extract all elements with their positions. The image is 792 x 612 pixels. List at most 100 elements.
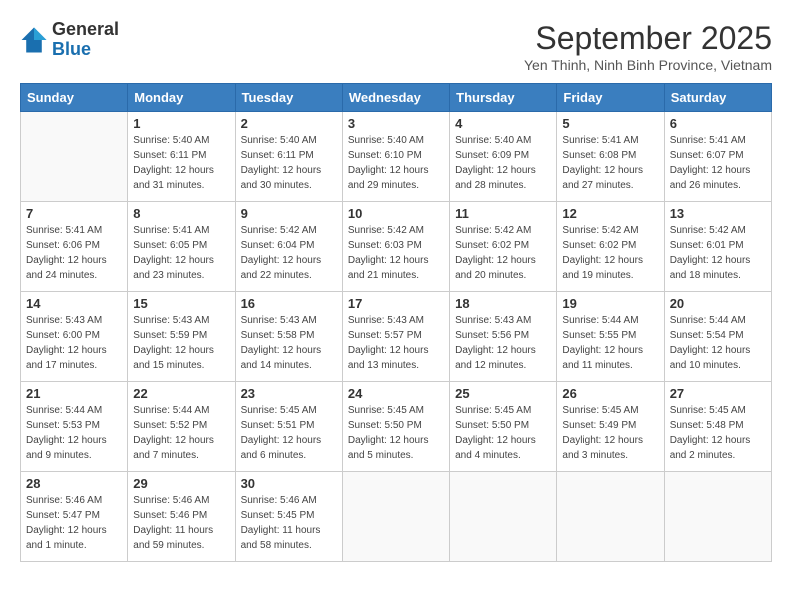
calendar-cell: 7 Sunrise: 5:41 AM Sunset: 6:06 PM Daylig… <box>21 202 128 292</box>
day-info: Sunrise: 5:43 AM Sunset: 6:00 PM Dayligh… <box>26 313 122 373</box>
day-info: Sunrise: 5:46 AM Sunset: 5:46 PM Dayligh… <box>133 493 229 553</box>
day-number: 7 <box>26 206 122 221</box>
calendar-cell: 22 Sunrise: 5:44 AM Sunset: 5:52 PM Dayli… <box>128 382 235 472</box>
day-info: Sunrise: 5:43 AM Sunset: 5:58 PM Dayligh… <box>241 313 337 373</box>
calendar-cell: 19 Sunrise: 5:44 AM Sunset: 5:55 PM Dayli… <box>557 292 664 382</box>
day-info: Sunrise: 5:44 AM Sunset: 5:53 PM Dayligh… <box>26 403 122 463</box>
logo-blue-text: Blue <box>52 40 119 60</box>
day-info: Sunrise: 5:42 AM Sunset: 6:01 PM Dayligh… <box>670 223 766 283</box>
day-number: 14 <box>26 296 122 311</box>
logo-icon <box>20 26 48 54</box>
weekday-header-friday: Friday <box>557 84 664 112</box>
weekday-header-row: SundayMondayTuesdayWednesdayThursdayFrid… <box>21 84 772 112</box>
day-info: Sunrise: 5:42 AM Sunset: 6:02 PM Dayligh… <box>562 223 658 283</box>
calendar-cell: 11 Sunrise: 5:42 AM Sunset: 6:02 PM Dayli… <box>450 202 557 292</box>
day-info: Sunrise: 5:45 AM Sunset: 5:48 PM Dayligh… <box>670 403 766 463</box>
calendar-cell: 1Sunrise: 5:40 AM Sunset: 6:11 PM Daylig… <box>128 112 235 202</box>
calendar-cell: 14 Sunrise: 5:43 AM Sunset: 6:00 PM Dayli… <box>21 292 128 382</box>
day-number: 8 <box>133 206 229 221</box>
day-info: Sunrise: 5:44 AM Sunset: 5:55 PM Dayligh… <box>562 313 658 373</box>
day-number: 19 <box>562 296 658 311</box>
day-number: 10 <box>348 206 444 221</box>
calendar-cell: 10 Sunrise: 5:42 AM Sunset: 6:03 PM Dayli… <box>342 202 449 292</box>
calendar-cell: 26Sunrise: 5:45 AM Sunset: 5:49 PM Dayli… <box>557 382 664 472</box>
day-number: 28 <box>26 476 122 491</box>
day-info: Sunrise: 5:43 AM Sunset: 5:57 PM Dayligh… <box>348 313 444 373</box>
logo-general-text: General <box>52 20 119 40</box>
calendar-cell: 30 Sunrise: 5:46 AM Sunset: 5:45 PM Dayli… <box>235 472 342 562</box>
calendar-cell <box>342 472 449 562</box>
weekday-header-saturday: Saturday <box>664 84 771 112</box>
day-number: 30 <box>241 476 337 491</box>
calendar-week-5: 28 Sunrise: 5:46 AM Sunset: 5:47 PM Dayli… <box>21 472 772 562</box>
day-info: Sunrise: 5:43 AM Sunset: 5:56 PM Dayligh… <box>455 313 551 373</box>
month-title: September 2025 <box>524 20 772 57</box>
day-number: 20 <box>670 296 766 311</box>
day-info: Sunrise: 5:41 AM Sunset: 6:08 PM Dayligh… <box>562 133 658 193</box>
calendar-cell: 8 Sunrise: 5:41 AM Sunset: 6:05 PM Daylig… <box>128 202 235 292</box>
day-info: Sunrise: 5:46 AM Sunset: 5:47 PM Dayligh… <box>26 493 122 553</box>
day-number: 17 <box>348 296 444 311</box>
calendar-week-3: 14 Sunrise: 5:43 AM Sunset: 6:00 PM Dayli… <box>21 292 772 382</box>
calendar-cell <box>557 472 664 562</box>
day-number: 5 <box>562 116 658 131</box>
day-info: Sunrise: 5:40 AM Sunset: 6:10 PM Dayligh… <box>348 133 444 193</box>
day-info: Sunrise: 5:40 AM Sunset: 6:09 PM Dayligh… <box>455 133 551 193</box>
day-info: Sunrise: 5:46 AM Sunset: 5:45 PM Dayligh… <box>241 493 337 553</box>
day-info: Sunrise: 5:45 AM Sunset: 5:49 PM Dayligh… <box>562 403 658 463</box>
day-info: Sunrise: 5:42 AM Sunset: 6:03 PM Dayligh… <box>348 223 444 283</box>
calendar-cell: 12Sunrise: 5:42 AM Sunset: 6:02 PM Dayli… <box>557 202 664 292</box>
calendar-cell: 29 Sunrise: 5:46 AM Sunset: 5:46 PM Dayli… <box>128 472 235 562</box>
day-number: 22 <box>133 386 229 401</box>
page-header: General Blue September 2025 Yen Thinh, N… <box>20 20 772 73</box>
calendar-cell: 20 Sunrise: 5:44 AM Sunset: 5:54 PM Dayli… <box>664 292 771 382</box>
calendar-week-2: 7 Sunrise: 5:41 AM Sunset: 6:06 PM Daylig… <box>21 202 772 292</box>
day-info: Sunrise: 5:43 AM Sunset: 5:59 PM Dayligh… <box>133 313 229 373</box>
calendar-cell <box>664 472 771 562</box>
day-number: 4 <box>455 116 551 131</box>
day-info: Sunrise: 5:40 AM Sunset: 6:11 PM Dayligh… <box>133 133 229 193</box>
day-number: 21 <box>26 386 122 401</box>
calendar-week-4: 21 Sunrise: 5:44 AM Sunset: 5:53 PM Dayli… <box>21 382 772 472</box>
calendar-week-1: 1Sunrise: 5:40 AM Sunset: 6:11 PM Daylig… <box>21 112 772 202</box>
location: Yen Thinh, Ninh Binh Province, Vietnam <box>524 57 772 73</box>
day-number: 6 <box>670 116 766 131</box>
day-info: Sunrise: 5:44 AM Sunset: 5:52 PM Dayligh… <box>133 403 229 463</box>
day-number: 23 <box>241 386 337 401</box>
day-info: Sunrise: 5:45 AM Sunset: 5:50 PM Dayligh… <box>348 403 444 463</box>
calendar-cell: 9Sunrise: 5:42 AM Sunset: 6:04 PM Daylig… <box>235 202 342 292</box>
day-info: Sunrise: 5:41 AM Sunset: 6:06 PM Dayligh… <box>26 223 122 283</box>
weekday-header-sunday: Sunday <box>21 84 128 112</box>
day-number: 24 <box>348 386 444 401</box>
calendar-cell: 18 Sunrise: 5:43 AM Sunset: 5:56 PM Dayli… <box>450 292 557 382</box>
calendar-cell: 4 Sunrise: 5:40 AM Sunset: 6:09 PM Daylig… <box>450 112 557 202</box>
calendar-cell: 24 Sunrise: 5:45 AM Sunset: 5:50 PM Dayli… <box>342 382 449 472</box>
calendar-cell: 6 Sunrise: 5:41 AM Sunset: 6:07 PM Daylig… <box>664 112 771 202</box>
calendar-cell <box>450 472 557 562</box>
day-info: Sunrise: 5:41 AM Sunset: 6:07 PM Dayligh… <box>670 133 766 193</box>
day-number: 18 <box>455 296 551 311</box>
day-number: 2 <box>241 116 337 131</box>
day-number: 11 <box>455 206 551 221</box>
calendar-cell <box>21 112 128 202</box>
calendar-cell: 25Sunrise: 5:45 AM Sunset: 5:50 PM Dayli… <box>450 382 557 472</box>
day-info: Sunrise: 5:44 AM Sunset: 5:54 PM Dayligh… <box>670 313 766 373</box>
day-info: Sunrise: 5:42 AM Sunset: 6:02 PM Dayligh… <box>455 223 551 283</box>
calendar-cell: 23Sunrise: 5:45 AM Sunset: 5:51 PM Dayli… <box>235 382 342 472</box>
weekday-header-monday: Monday <box>128 84 235 112</box>
calendar-cell: 5 Sunrise: 5:41 AM Sunset: 6:08 PM Daylig… <box>557 112 664 202</box>
calendar-cell: 3Sunrise: 5:40 AM Sunset: 6:10 PM Daylig… <box>342 112 449 202</box>
calendar-cell: 16 Sunrise: 5:43 AM Sunset: 5:58 PM Dayli… <box>235 292 342 382</box>
calendar-cell: 2Sunrise: 5:40 AM Sunset: 6:11 PM Daylig… <box>235 112 342 202</box>
day-number: 9 <box>241 206 337 221</box>
day-info: Sunrise: 5:41 AM Sunset: 6:05 PM Dayligh… <box>133 223 229 283</box>
calendar-cell: 21 Sunrise: 5:44 AM Sunset: 5:53 PM Dayli… <box>21 382 128 472</box>
weekday-header-thursday: Thursday <box>450 84 557 112</box>
calendar-cell: 28 Sunrise: 5:46 AM Sunset: 5:47 PM Dayli… <box>21 472 128 562</box>
weekday-header-tuesday: Tuesday <box>235 84 342 112</box>
day-number: 16 <box>241 296 337 311</box>
day-number: 29 <box>133 476 229 491</box>
day-info: Sunrise: 5:45 AM Sunset: 5:50 PM Dayligh… <box>455 403 551 463</box>
calendar-cell: 27 Sunrise: 5:45 AM Sunset: 5:48 PM Dayli… <box>664 382 771 472</box>
day-number: 27 <box>670 386 766 401</box>
